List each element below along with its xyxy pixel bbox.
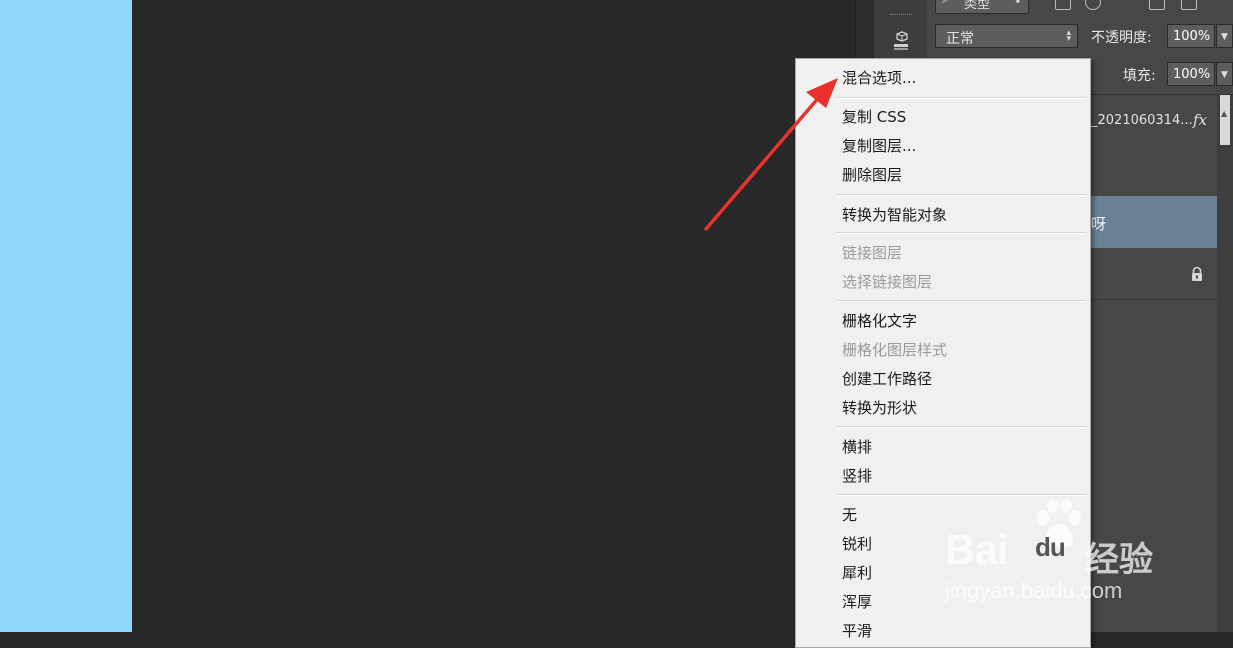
filter-type-label: 类型 bbox=[964, 0, 991, 12]
fill-dropdown-button[interactable]: ▼ bbox=[1216, 62, 1233, 86]
cube-icon bbox=[894, 31, 908, 50]
opacity-label: 不透明度: bbox=[1091, 30, 1152, 46]
menu-item-copy-css[interactable]: 复制 CSS bbox=[842, 106, 906, 127]
menu-separator bbox=[836, 300, 1086, 302]
menu-item-rasterize-type[interactable]: 栅格化文字 bbox=[842, 310, 917, 331]
layer-name: _2021060314... bbox=[1091, 113, 1193, 128]
canvas-background-left bbox=[0, 0, 132, 632]
opacity-dropdown-button[interactable]: ▼ bbox=[1216, 24, 1233, 48]
document-canvas[interactable] bbox=[132, 0, 855, 632]
menu-item-aa-strong[interactable]: 浑厚 bbox=[842, 591, 872, 612]
opacity-input[interactable]: 100% bbox=[1167, 24, 1215, 48]
type-filter-icon[interactable] bbox=[1117, 0, 1131, 8]
updown-arrows-icon: ▴ ▾ bbox=[1066, 28, 1071, 44]
blend-mode-select[interactable]: 正常 ▴ ▾ bbox=[935, 24, 1078, 48]
menu-item-vertical[interactable]: 竖排 bbox=[842, 465, 872, 486]
menu-item-horizontal[interactable]: 横排 bbox=[842, 436, 872, 457]
layer-context-menu: 混合选项... 复制 CSS 复制图层... 删除图层 转换为智能对象 链接图层… bbox=[795, 58, 1091, 648]
menu-item-duplicate-layer[interactable]: 复制图层... bbox=[842, 135, 916, 156]
3d-panel-button[interactable] bbox=[890, 30, 912, 52]
adjustment-filter-icon[interactable] bbox=[1085, 0, 1101, 10]
menu-item-aa-smooth[interactable]: 平滑 bbox=[842, 620, 872, 641]
lock-icon bbox=[1192, 266, 1202, 281]
menu-item-delete-layer[interactable]: 删除图层 bbox=[842, 164, 902, 185]
menu-separator bbox=[836, 494, 1086, 496]
fx-icon[interactable]: fx bbox=[1193, 111, 1207, 129]
scrollbar-thumb[interactable] bbox=[1220, 95, 1230, 145]
layers-scrollbar[interactable]: ▲ bbox=[1217, 95, 1233, 632]
menu-separator bbox=[836, 232, 1086, 234]
chevron-down-icon: ▼ bbox=[1221, 70, 1228, 80]
menu-separator bbox=[836, 194, 1086, 196]
shape-filter-icon[interactable] bbox=[1149, 0, 1165, 10]
menu-item-aa-crisp[interactable]: 犀利 bbox=[842, 562, 872, 583]
chevron-down-icon: ▼ bbox=[1221, 32, 1228, 42]
smart-object-filter-icon[interactable] bbox=[1181, 0, 1197, 10]
menu-item-convert-smart-object[interactable]: 转换为智能对象 bbox=[842, 204, 947, 225]
search-icon: ⌕ bbox=[942, 0, 949, 7]
menu-item-link-layers: 链接图层 bbox=[842, 244, 903, 262]
layer-filter-select[interactable]: ⌕ 类型 ⬍ bbox=[935, 0, 1029, 14]
menu-item-rasterize-layer-style: 栅格化图层样式 bbox=[842, 341, 948, 359]
blend-mode-value: 正常 bbox=[946, 31, 974, 47]
menu-separator bbox=[836, 97, 1086, 99]
layer-filter-bar: ⌕ 类型 ⬍ bbox=[927, 0, 1233, 14]
fill-input[interactable]: 100% bbox=[1167, 62, 1215, 86]
fill-label: 填充: bbox=[1123, 68, 1156, 84]
dock-grip[interactable] bbox=[890, 14, 912, 18]
menu-item-aa-none[interactable]: 无 bbox=[842, 504, 857, 525]
menu-separator bbox=[836, 426, 1086, 428]
menu-item-create-work-path[interactable]: 创建工作路径 bbox=[842, 368, 932, 389]
menu-item-convert-to-shape[interactable]: 转换为形状 bbox=[842, 397, 917, 418]
menu-item-blending-options[interactable]: 混合选项... bbox=[842, 67, 916, 88]
menu-item-select-linked-layers: 选择链接图层 bbox=[842, 273, 933, 291]
chevron-down-icon: ⬍ bbox=[1013, 0, 1022, 6]
scroll-up-icon[interactable]: ▲ bbox=[1221, 109, 1227, 118]
pixel-filter-icon[interactable] bbox=[1055, 0, 1071, 10]
menu-item-aa-sharp[interactable]: 锐利 bbox=[842, 533, 872, 554]
layer-name: 呀 bbox=[1091, 215, 1107, 233]
